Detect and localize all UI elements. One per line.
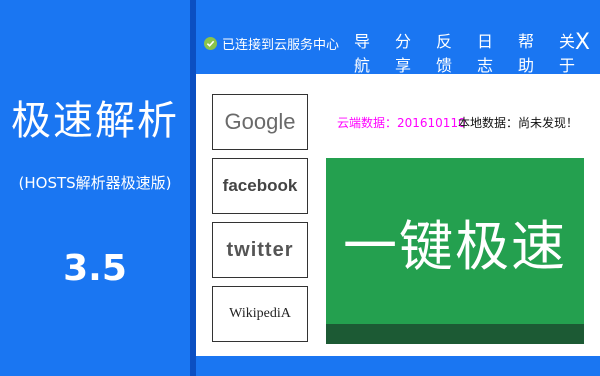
nav-log[interactable]: 日志	[477, 28, 506, 76]
connection-status: 已连接到云服务中心	[204, 33, 339, 53]
nav-share[interactable]: 分享	[395, 28, 424, 76]
one-click-boost-button[interactable]: 一键极速	[326, 158, 584, 344]
wikipedia-button[interactable]: WikipediA	[212, 286, 308, 342]
boost-button-label: 一键极速	[343, 215, 567, 278]
brand-panel: 极速解析 (HOSTS解析器极速版) 3.5	[0, 0, 190, 376]
nav-guide[interactable]: 导航	[354, 28, 383, 76]
main-content: Google facebook twitter WikipediA 云端数据：2…	[196, 74, 600, 376]
bottom-strip	[196, 356, 600, 376]
nav-help[interactable]: 帮助	[518, 28, 547, 76]
cloud-data-label: 云端数据：201610110	[337, 116, 466, 130]
app-version: 3.5	[63, 248, 127, 289]
local-data-label: 本地数据：尚未发现！	[458, 116, 579, 130]
close-icon[interactable]: X	[575, 30, 590, 55]
nav-feedback[interactable]: 反馈	[436, 28, 465, 76]
boost-button-bar	[326, 324, 584, 344]
twitter-button[interactable]: twitter	[212, 222, 308, 278]
google-button[interactable]: Google	[212, 94, 308, 150]
connection-status-text: 已连接到云服务中心	[222, 37, 340, 53]
top-bar: 已连接到云服务中心 导航 分享 反馈 日志 帮助 关于 X	[196, 0, 600, 76]
top-nav: 导航 分享 反馈 日志 帮助 关于	[354, 28, 600, 76]
app-subtitle: (HOSTS解析器极速版)	[18, 174, 172, 192]
facebook-button[interactable]: facebook	[212, 158, 308, 214]
app-title: 极速解析	[11, 98, 179, 144]
check-icon	[204, 36, 217, 50]
